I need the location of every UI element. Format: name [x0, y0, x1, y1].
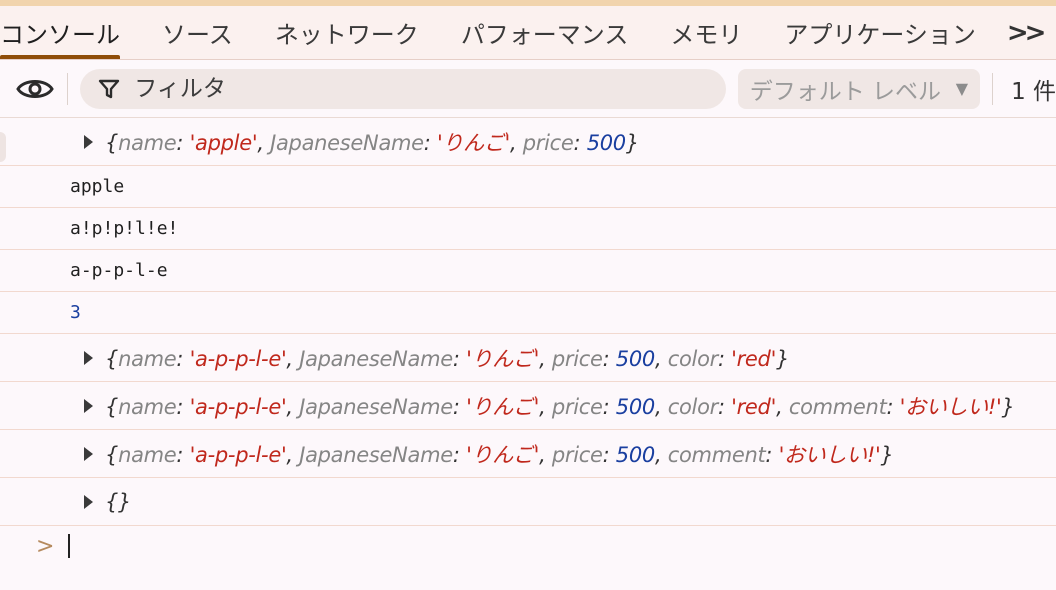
log-entry-object: {name: 'a-p-p-l-e', JapaneseName: 'りんご',… [0, 382, 1056, 430]
more-tabs-button[interactable]: >> [997, 6, 1053, 59]
object-preview[interactable]: {name: 'apple', JapaneseName: 'りんご', pri… [105, 127, 639, 157]
object-preview[interactable]: {name: 'a-p-p-l-e', JapaneseName: 'りんご',… [105, 343, 789, 373]
issues-icon[interactable] [1052, 6, 1056, 59]
tab-memory[interactable]: メモリ [649, 6, 763, 59]
log-entry-text: a-p-p-l-e [0, 250, 1056, 292]
tab-label: ネットワーク [274, 21, 419, 49]
sidebar-toggle-handle[interactable] [0, 132, 6, 162]
log-levels-label: デフォルト レベル [749, 78, 942, 105]
tab-performance[interactable]: パフォーマンス [440, 6, 650, 59]
filter-funnel-icon [99, 79, 120, 98]
log-message: 3 [70, 302, 81, 323]
issue-count[interactable]: 1 件 [1005, 72, 1056, 106]
tab-console[interactable]: コンソール [0, 6, 141, 59]
tab-sources[interactable]: ソース [141, 6, 254, 59]
prompt-chevron-icon: > [36, 533, 55, 559]
log-message: apple [70, 176, 125, 197]
tab-label: メモリ [670, 21, 743, 49]
log-message: a-p-p-l-e [70, 260, 168, 281]
log-entry-text: apple [0, 166, 1056, 208]
chevron-down-icon: ▼ [955, 79, 969, 98]
log-entry-text: a!p!p!l!e! [0, 208, 1056, 250]
console-prompt[interactable]: > [0, 526, 1056, 566]
log-levels-dropdown[interactable]: デフォルト レベル ▼ [737, 68, 981, 109]
text-cursor [68, 534, 71, 558]
filter-input[interactable] [134, 75, 695, 102]
expand-triangle-icon[interactable] [84, 134, 93, 149]
expand-triangle-icon[interactable] [84, 350, 93, 365]
tab-label: パフォーマンス [460, 21, 629, 49]
log-entry-object: {name: 'apple', JapaneseName: 'りんご', pri… [0, 118, 1056, 166]
toolbar-divider [992, 72, 994, 105]
object-preview[interactable]: {name: 'a-p-p-l-e', JapaneseName: 'りんご',… [105, 439, 894, 469]
tab-label: アプリケーション [784, 21, 976, 49]
log-entry-number: 3 [0, 292, 1056, 334]
tab-label: ソース [162, 21, 233, 49]
expand-triangle-icon[interactable] [84, 446, 93, 461]
log-entry-object: {name: 'a-p-p-l-e', JapaneseName: 'りんご',… [0, 430, 1056, 478]
tab-application[interactable]: アプリケーション [763, 6, 997, 59]
log-message: a!p!p!l!e! [70, 218, 179, 239]
tab-network[interactable]: ネットワーク [254, 6, 440, 59]
object-preview[interactable]: {name: 'a-p-p-l-e', JapaneseName: 'りんご',… [105, 391, 1015, 421]
console-log-area: {name: 'apple', JapaneseName: 'りんご', pri… [0, 118, 1056, 566]
expand-triangle-icon[interactable] [84, 494, 93, 509]
devtools-tab-bar: コンソール ソース ネットワーク パフォーマンス メモリ アプリケーション >> [0, 6, 1056, 60]
live-expression-eye-icon[interactable] [14, 71, 55, 107]
console-toolbar: デフォルト レベル ▼ 1 件 [0, 60, 1056, 118]
log-entry-object: {} [0, 478, 1056, 526]
log-entry-object: {name: 'a-p-p-l-e', JapaneseName: 'りんご',… [0, 334, 1056, 382]
expand-triangle-icon[interactable] [84, 398, 93, 413]
object-preview[interactable]: {} [105, 490, 131, 514]
filter-box[interactable] [80, 68, 726, 109]
toolbar-divider [67, 72, 69, 105]
eye-icon [15, 79, 54, 98]
tab-label: コンソール [0, 21, 120, 49]
